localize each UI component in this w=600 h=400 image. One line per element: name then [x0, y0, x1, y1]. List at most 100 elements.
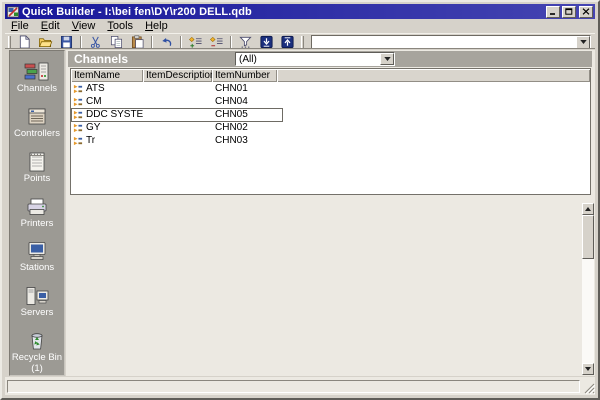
resize-grip[interactable]	[582, 381, 595, 394]
item-description	[143, 121, 212, 134]
table-row[interactable]: DDC SYSTEM CHN05	[71, 108, 590, 121]
item-description	[143, 108, 212, 121]
servers-icon	[24, 285, 50, 307]
maximize-button[interactable]	[562, 6, 576, 18]
menu-help[interactable]: Help	[139, 20, 174, 33]
channel-item-icon	[73, 123, 83, 133]
item-number: CHN05	[212, 108, 277, 121]
item-name: Tr	[86, 135, 95, 147]
close-button[interactable]	[579, 6, 593, 18]
close-icon	[582, 8, 590, 15]
table-row[interactable]: Tr CHN03	[71, 134, 590, 147]
scroll-down-button[interactable]	[582, 363, 594, 375]
chevron-down-icon	[384, 57, 391, 61]
toolbar-separator	[230, 36, 232, 49]
column-header-itemnumber[interactable]: ItemNumber	[212, 69, 277, 82]
content-pane: Channels (All) ItemName ItemDescription …	[66, 50, 595, 376]
triangle-down-icon	[585, 367, 591, 371]
sidebar-item-points[interactable]: Points	[10, 151, 64, 196]
sidebar-item-printers[interactable]: Printers	[10, 196, 64, 241]
menu-tools[interactable]: Tools	[101, 20, 139, 33]
channel-item-icon	[73, 97, 83, 107]
column-header-row: ItemName ItemDescription ItemNumber	[71, 69, 590, 82]
sidebar-item-sublabel: (1)	[31, 364, 43, 374]
toolbar-separator	[151, 36, 153, 49]
title-bar: Quick Builder - I:\bei fen\DY\r200 DELL.…	[5, 4, 595, 19]
copy-icon	[109, 35, 124, 49]
channel-item-icon	[73, 136, 83, 146]
chevron-down-icon	[580, 40, 587, 44]
view-title: Channels	[74, 52, 128, 66]
channels-icon	[24, 61, 50, 83]
recycle-bin-icon	[24, 330, 50, 352]
filter-combobox[interactable]: (All)	[235, 52, 395, 66]
sidebar-item-label: Points	[24, 174, 50, 184]
item-number: CHN01	[212, 82, 277, 95]
table-row[interactable]: ATS CHN01	[71, 82, 590, 95]
menu-edit[interactable]: Edit	[35, 20, 66, 33]
minimize-icon	[549, 8, 557, 15]
sidebar-item-label: Printers	[21, 219, 54, 229]
toolbar-separator	[80, 36, 82, 49]
menu-view[interactable]: View	[66, 20, 102, 33]
menu-file[interactable]: File	[5, 20, 35, 33]
toolbar-grip[interactable]	[8, 36, 11, 49]
channels-list: ItemName ItemDescription ItemNumber ATS …	[70, 68, 591, 195]
sidebar-item-channels[interactable]: Channels	[10, 61, 64, 106]
item-name: CM	[86, 96, 102, 108]
upload-icon	[280, 35, 295, 49]
item-number: CHN04	[212, 95, 277, 108]
filter-funnel-icon	[238, 35, 253, 49]
item-name: ATS	[86, 83, 105, 95]
stations-icon	[24, 240, 50, 262]
shortcut-sidebar: Channels Controllers	[9, 50, 65, 376]
window-title: Quick Builder - I:\bei fen\DY\r200 DELL.…	[22, 6, 544, 18]
client-area: Channels Controllers	[5, 48, 595, 376]
sidebar-item-controllers[interactable]: Controllers	[10, 106, 64, 151]
channel-item-icon	[73, 84, 83, 94]
triangle-up-icon	[585, 207, 591, 211]
item-name: DDC SYSTEM	[86, 109, 143, 121]
item-description	[143, 134, 212, 147]
sidebar-item-label: Channels	[17, 84, 57, 94]
minimize-button[interactable]	[546, 6, 560, 18]
sidebar-item-recycle-bin[interactable]: Recycle Bin (1)	[10, 330, 64, 375]
new-document-icon	[17, 35, 32, 49]
scroll-up-button[interactable]	[582, 203, 594, 215]
vertical-scrollbar	[582, 203, 594, 375]
toolbar-combobox-dropdown-button[interactable]	[576, 36, 590, 49]
table-row[interactable]: GY CHN02	[71, 121, 590, 134]
item-description	[143, 95, 212, 108]
filter-dropdown-button[interactable]	[380, 53, 394, 65]
toolbar-grip[interactable]	[301, 36, 304, 49]
sidebar-item-servers[interactable]: Servers	[10, 285, 64, 330]
item-number: CHN03	[212, 134, 277, 147]
paste-clipboard-icon	[130, 35, 145, 49]
column-header-itemdescription[interactable]: ItemDescription	[143, 69, 212, 82]
filter-value: (All)	[239, 54, 257, 65]
channel-item-icon	[73, 110, 83, 120]
scrollbar-thumb[interactable]	[582, 215, 594, 259]
table-row[interactable]: CM CHN04	[71, 95, 590, 108]
undo-arrow-icon	[159, 35, 174, 49]
add-item-icon	[188, 35, 203, 49]
points-icon	[24, 151, 50, 173]
item-name: GY	[86, 122, 100, 134]
save-floppy-icon	[59, 35, 74, 49]
toolbar-separator	[180, 36, 182, 49]
column-header-filler	[277, 69, 590, 82]
maximize-icon	[565, 8, 573, 15]
app-window: Quick Builder - I:\bei fen\DY\r200 DELL.…	[0, 0, 600, 400]
item-number: CHN02	[212, 121, 277, 134]
cut-scissors-icon	[88, 35, 103, 49]
app-icon	[7, 6, 19, 18]
open-folder-icon	[38, 35, 53, 49]
column-header-itemname[interactable]: ItemName	[71, 69, 143, 82]
scrollbar-track[interactable]	[582, 259, 594, 363]
remove-item-icon	[209, 35, 224, 49]
printers-icon	[24, 196, 50, 218]
sidebar-item-label: Recycle Bin	[12, 353, 62, 363]
sidebar-item-label: Servers	[21, 308, 54, 318]
sidebar-item-label: Controllers	[14, 129, 60, 139]
sidebar-item-stations[interactable]: Stations	[10, 240, 64, 285]
